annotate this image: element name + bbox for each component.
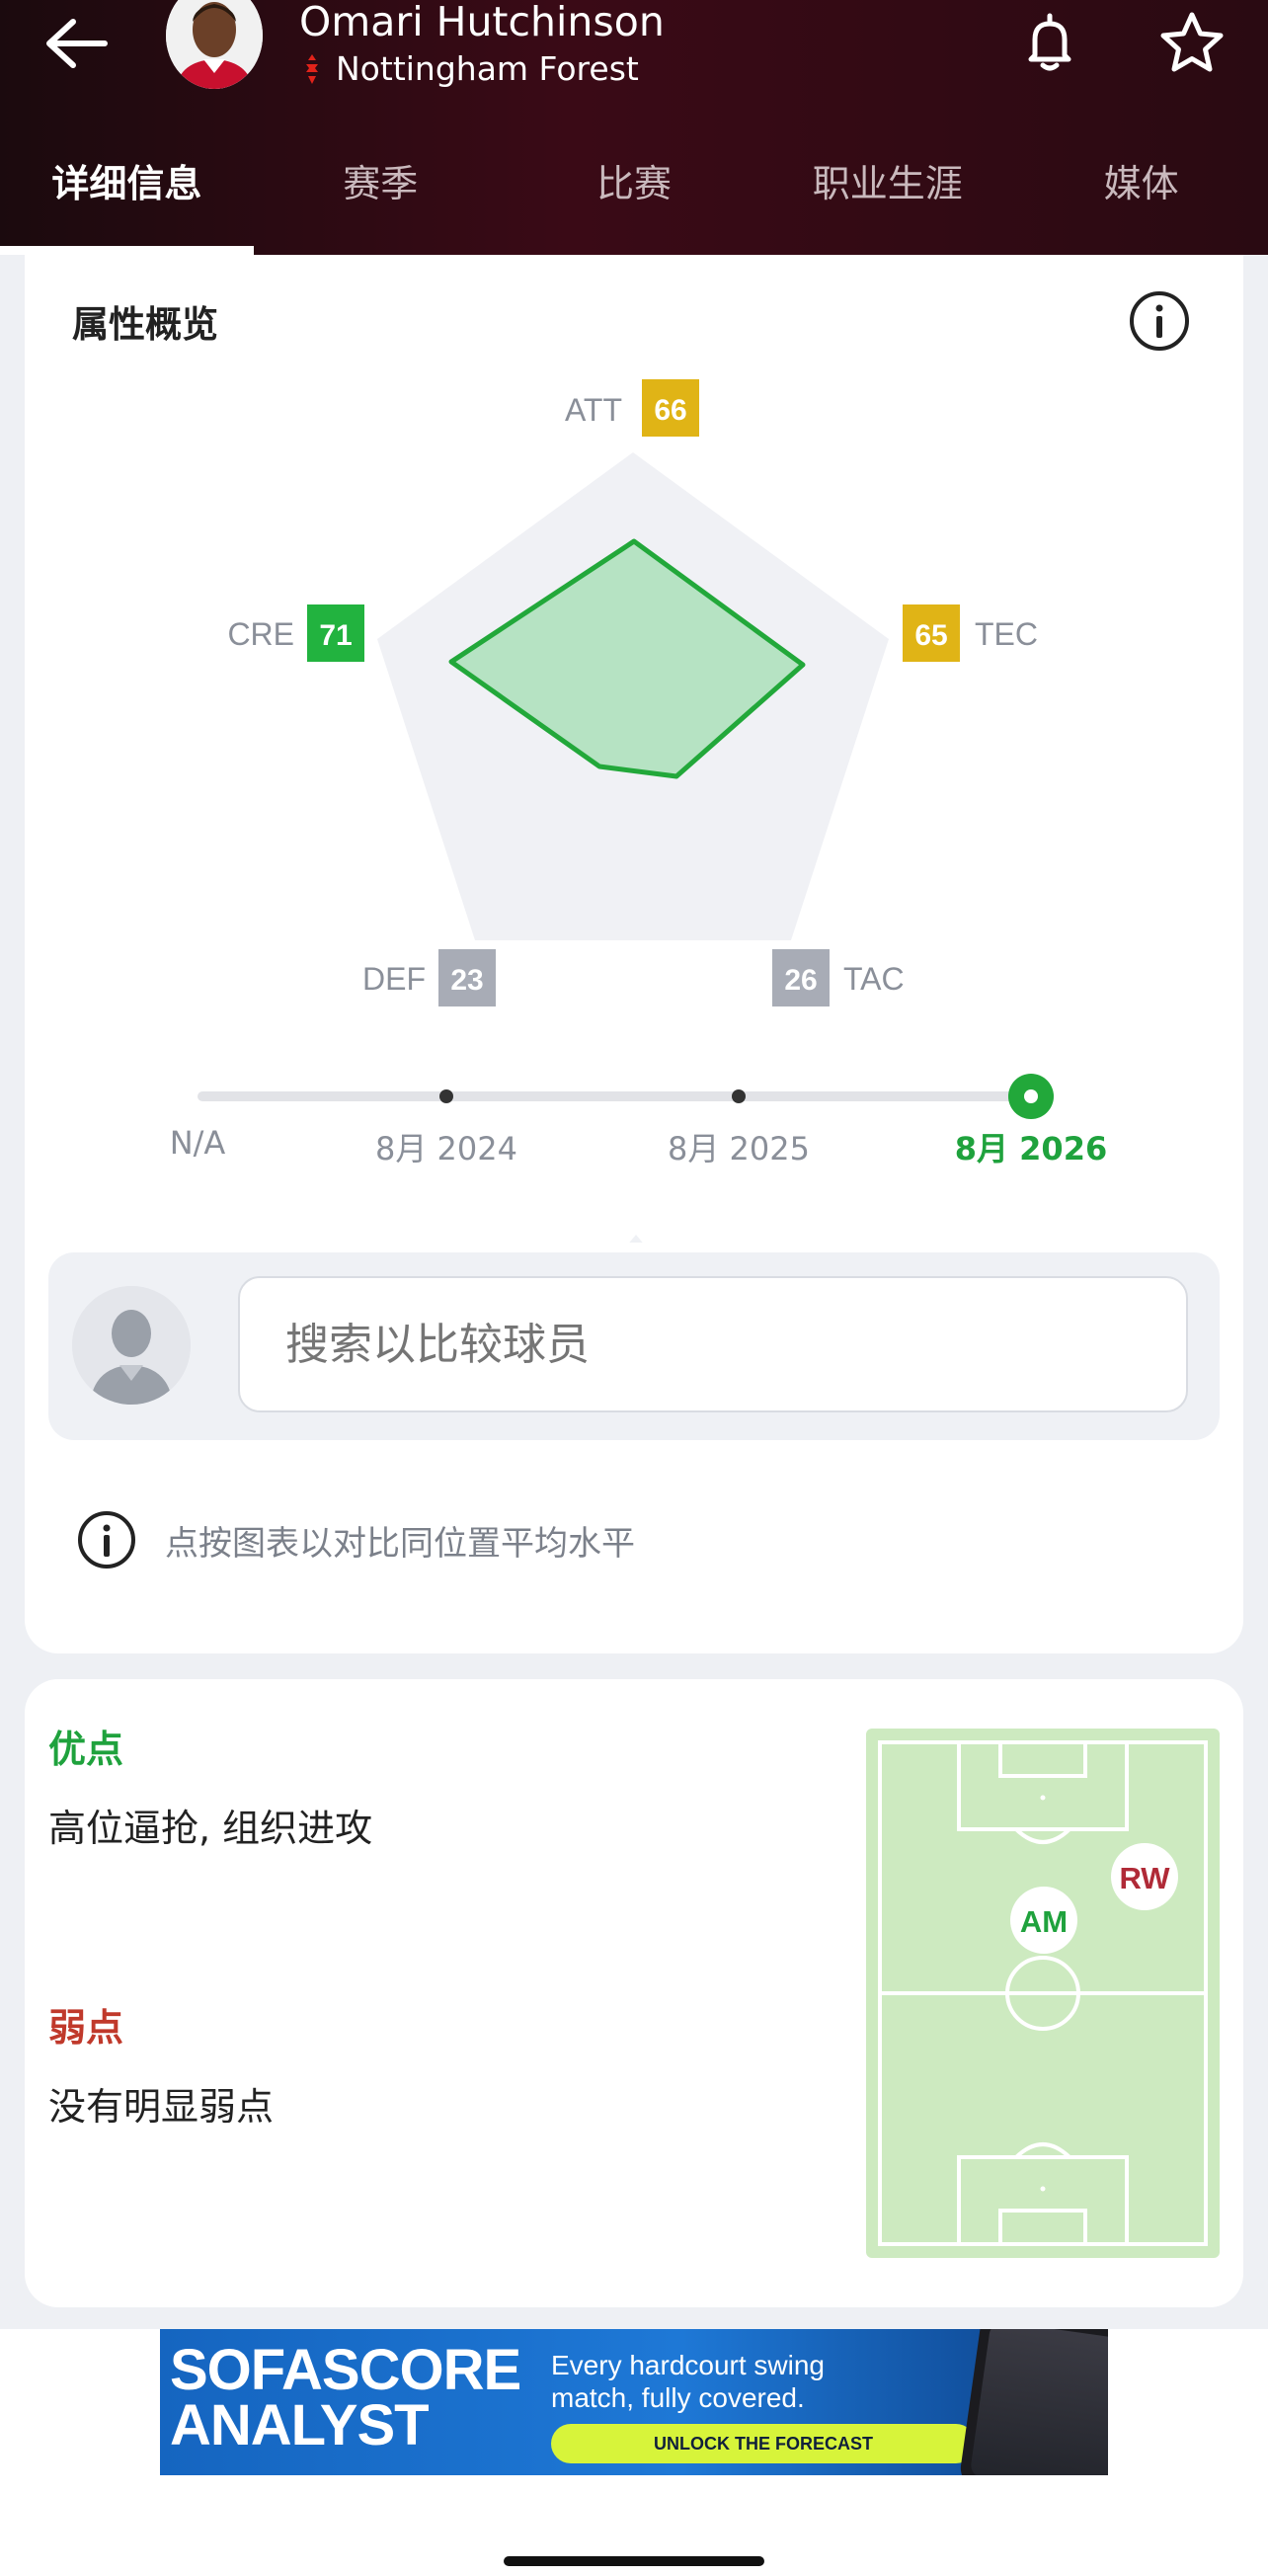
- radar-label-cre: CRE 71: [227, 604, 364, 662]
- timeline-point-2025[interactable]: [732, 1089, 746, 1103]
- svg-text:66: 66: [654, 394, 686, 427]
- position-pitch: AM RW: [866, 1729, 1220, 2258]
- bell-icon[interactable]: [1017, 10, 1082, 75]
- radar-label-tec: 65 TEC: [903, 604, 1038, 662]
- timeline-point-2024[interactable]: [439, 1089, 453, 1103]
- strengths-label: 优点: [48, 1728, 124, 1771]
- radar-label-def: DEF 23: [362, 949, 496, 1006]
- back-arrow-icon[interactable]: [40, 12, 115, 75]
- ad-brand-line1: SOFASCORE: [170, 2338, 521, 2402]
- hint-row: 点按图表以对比同位置平均水平: [76, 1509, 635, 1570]
- svg-text:CRE: CRE: [227, 616, 294, 652]
- position-marker-am: AM: [1010, 1887, 1077, 1954]
- player-name: Omari Hutchinson: [299, 0, 665, 45]
- tab-career[interactable]: 职业生涯: [760, 138, 1014, 255]
- svg-text:AM: AM: [1020, 1904, 1068, 1939]
- tab-matches[interactable]: 比赛: [508, 138, 761, 255]
- player-header: Omari Hutchinson Nottingham Forest 详细信息 …: [0, 0, 1268, 255]
- tab-bar: 详细信息 赛季 比赛 职业生涯 媒体: [0, 138, 1268, 255]
- ad-phone-image: [958, 2329, 1108, 2475]
- ad-banner[interactable]: SOFASCORE ANALYST Every hardcourt swing …: [160, 2329, 1108, 2475]
- ad-brand-line2: ANALYST: [170, 2393, 430, 2457]
- ad-tagline: Every hardcourt swing match, fully cover…: [551, 2350, 826, 2413]
- radar-label-att: ATT 66: [565, 379, 699, 437]
- team-name: Nottingham Forest: [336, 49, 639, 88]
- home-indicator: [504, 2556, 764, 2566]
- info-icon: [78, 1511, 135, 1569]
- timeline-label-active[interactable]: 8月 2026: [955, 1124, 1107, 1169]
- ad-cta-button[interactable]: UNLOCK THE FORECAST: [551, 2424, 976, 2463]
- radar-label-tac: 26 TAC: [772, 949, 905, 1006]
- weaknesses-text: 没有明显弱点: [48, 2085, 275, 2129]
- svg-text:DEF: DEF: [362, 961, 426, 997]
- svg-text:71: 71: [319, 619, 352, 652]
- placeholder-avatar-icon: [72, 1286, 191, 1405]
- tab-media[interactable]: 媒体: [1014, 138, 1268, 255]
- tab-season[interactable]: 赛季: [254, 138, 508, 255]
- position-marker-rw: RW: [1111, 1843, 1178, 1910]
- hint-text: 点按图表以对比同位置平均水平: [165, 1523, 635, 1564]
- ad-brand: SOFASCORE ANALYST: [170, 2338, 521, 2457]
- compare-search-input[interactable]: [238, 1276, 1188, 1412]
- weaknesses-label: 弱点: [48, 2006, 124, 2050]
- svg-text:65: 65: [914, 619, 947, 652]
- team-logo-icon: [306, 53, 318, 84]
- player-avatar: [166, 0, 263, 89]
- svg-text:ATT: ATT: [565, 392, 622, 428]
- attribute-radar-chart[interactable]: ATT 66 65 TEC 26 TAC DEF 23 CRE 71: [25, 255, 1243, 1243]
- strengths-weaknesses-card: 优点 高位逼抢, 组织进攻 弱点 没有明显弱点 AM RW: [25, 1679, 1243, 2307]
- star-icon[interactable]: [1157, 10, 1227, 75]
- svg-text:26: 26: [784, 964, 817, 997]
- strengths-text: 高位逼抢, 组织进攻: [48, 1807, 373, 1850]
- team-row[interactable]: Nottingham Forest: [302, 49, 639, 88]
- svg-text:TEC: TEC: [975, 616, 1038, 652]
- svg-text:23: 23: [450, 964, 483, 997]
- timeline-label[interactable]: N/A: [170, 1124, 226, 1162]
- timeline-label[interactable]: 8月 2024: [375, 1124, 517, 1169]
- tab-details[interactable]: 详细信息: [0, 138, 254, 255]
- svg-text:TAC: TAC: [843, 961, 905, 997]
- svg-text:RW: RW: [1119, 1861, 1170, 1895]
- attribute-overview-card: 属性概览 ATT 66 65 TEC 26 TAC DEF 23 CRE 71 …: [25, 255, 1243, 1653]
- season-timeline[interactable]: [198, 1074, 1054, 1119]
- timeline-label[interactable]: 8月 2025: [668, 1124, 810, 1169]
